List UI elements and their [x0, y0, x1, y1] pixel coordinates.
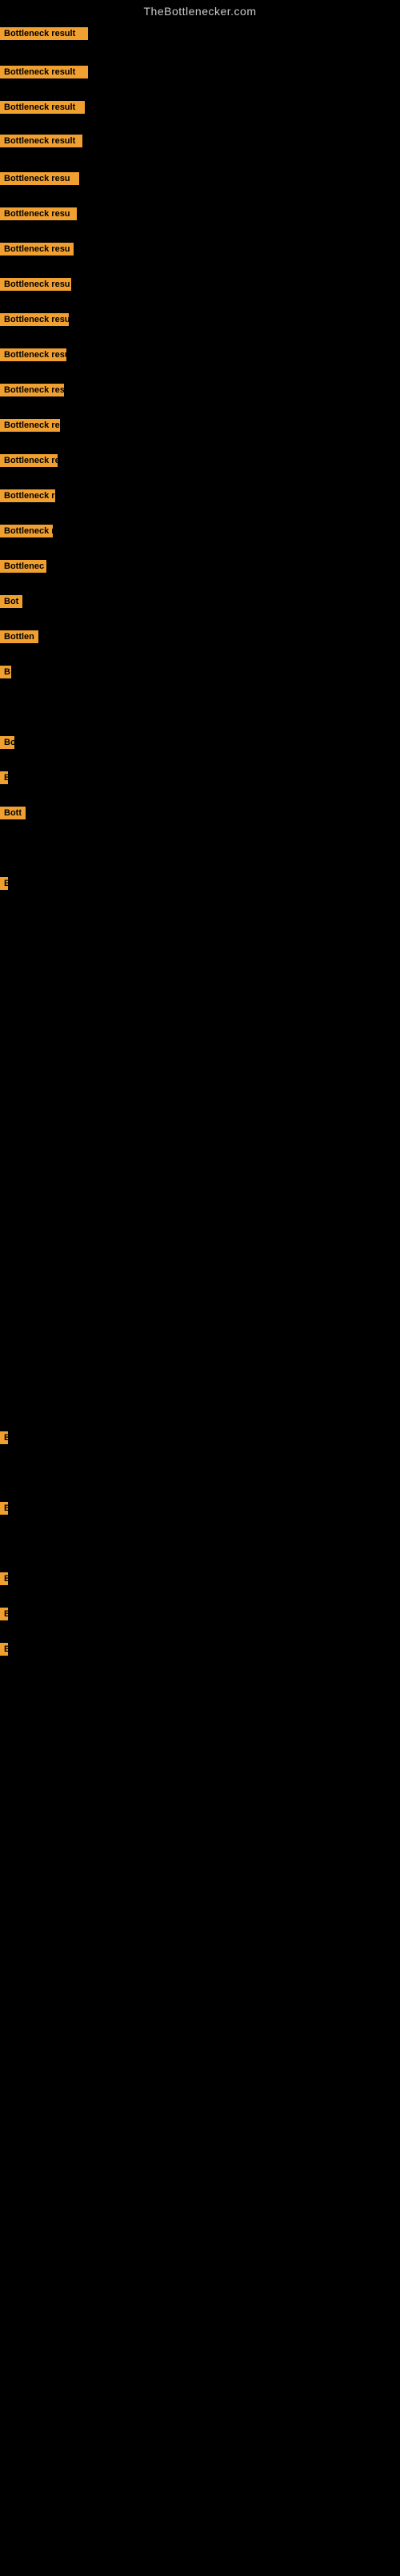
bottleneck-row: Bottlenec: [0, 560, 46, 577]
bottleneck-label: Bottleneck result: [0, 135, 82, 147]
bottleneck-row: Bottleneck res: [0, 419, 60, 436]
bottleneck-row: Bottleneck result: [0, 101, 85, 118]
bottleneck-label: B: [0, 877, 8, 890]
bottleneck-label: Bottleneck resu: [0, 278, 71, 291]
bottleneck-label: B: [0, 1572, 8, 1585]
bottleneck-label: Bottlenec: [0, 560, 46, 573]
bottleneck-label: B: [0, 1608, 8, 1620]
bottleneck-label: Bottleneck re: [0, 525, 53, 537]
bottleneck-label: Bottleneck result: [0, 27, 88, 40]
bottleneck-row: Bo: [0, 736, 14, 753]
bottleneck-label: Bottleneck resu: [0, 172, 79, 185]
bottleneck-label: B: [0, 666, 11, 678]
bottleneck-label: Bottleneck resu: [0, 243, 74, 256]
bottleneck-label: Bottleneck res: [0, 419, 60, 432]
bottleneck-label: Bottleneck result: [0, 66, 88, 78]
bottleneck-row: Bot: [0, 595, 22, 612]
bottleneck-label: Bottleneck resu: [0, 384, 64, 396]
bottleneck-row: Bottleneck re: [0, 454, 58, 471]
bottleneck-row: Bottleneck re: [0, 525, 53, 541]
bottleneck-row: B: [0, 666, 11, 682]
bottleneck-label: B: [0, 1502, 8, 1515]
bottleneck-row: B: [0, 771, 8, 788]
bottleneck-label: B: [0, 771, 8, 784]
bottleneck-row: Bott: [0, 807, 26, 823]
site-title: TheBottlenecker.com: [0, 0, 400, 21]
bottleneck-row: Bottleneck resu: [0, 243, 74, 260]
bottleneck-row: Bottleneck re: [0, 489, 55, 506]
bottleneck-label: Bottleneck re: [0, 489, 55, 502]
bottleneck-row: Bottleneck resu: [0, 207, 77, 224]
bottleneck-row: B: [0, 1502, 8, 1519]
bottleneck-label: Bott: [0, 807, 26, 819]
bottleneck-label: Bottleneck resu: [0, 348, 66, 361]
bottleneck-label: B: [0, 1431, 8, 1444]
bottleneck-label: Bottleneck re: [0, 454, 58, 467]
bottleneck-row: B: [0, 1431, 8, 1448]
bottleneck-label: Bot: [0, 595, 22, 608]
bottleneck-label: Bottleneck result: [0, 101, 85, 114]
bottleneck-row: B: [0, 1572, 8, 1589]
bottleneck-row: B: [0, 1608, 8, 1624]
bottleneck-row: B: [0, 877, 8, 894]
bottleneck-row: Bottleneck resu: [0, 348, 66, 365]
bottleneck-row: Bottlen: [0, 630, 38, 647]
bottleneck-row: B: [0, 1643, 8, 1660]
bottleneck-label: Bottlen: [0, 630, 38, 643]
bottleneck-row: Bottleneck result: [0, 66, 88, 83]
bottleneck-row: Bottleneck result: [0, 27, 88, 44]
bottleneck-row: Bottleneck result: [0, 135, 82, 151]
bottleneck-row: Bottleneck resu: [0, 278, 71, 295]
bottleneck-label: Bo: [0, 736, 14, 749]
bottleneck-row: Bottleneck resu: [0, 384, 64, 400]
bottleneck-row: Bottleneck resu: [0, 172, 79, 189]
bottleneck-row: Bottleneck resu: [0, 313, 69, 330]
bottleneck-label: Bottleneck resu: [0, 313, 69, 326]
bottleneck-label: Bottleneck resu: [0, 207, 77, 220]
bottleneck-label: B: [0, 1643, 8, 1656]
